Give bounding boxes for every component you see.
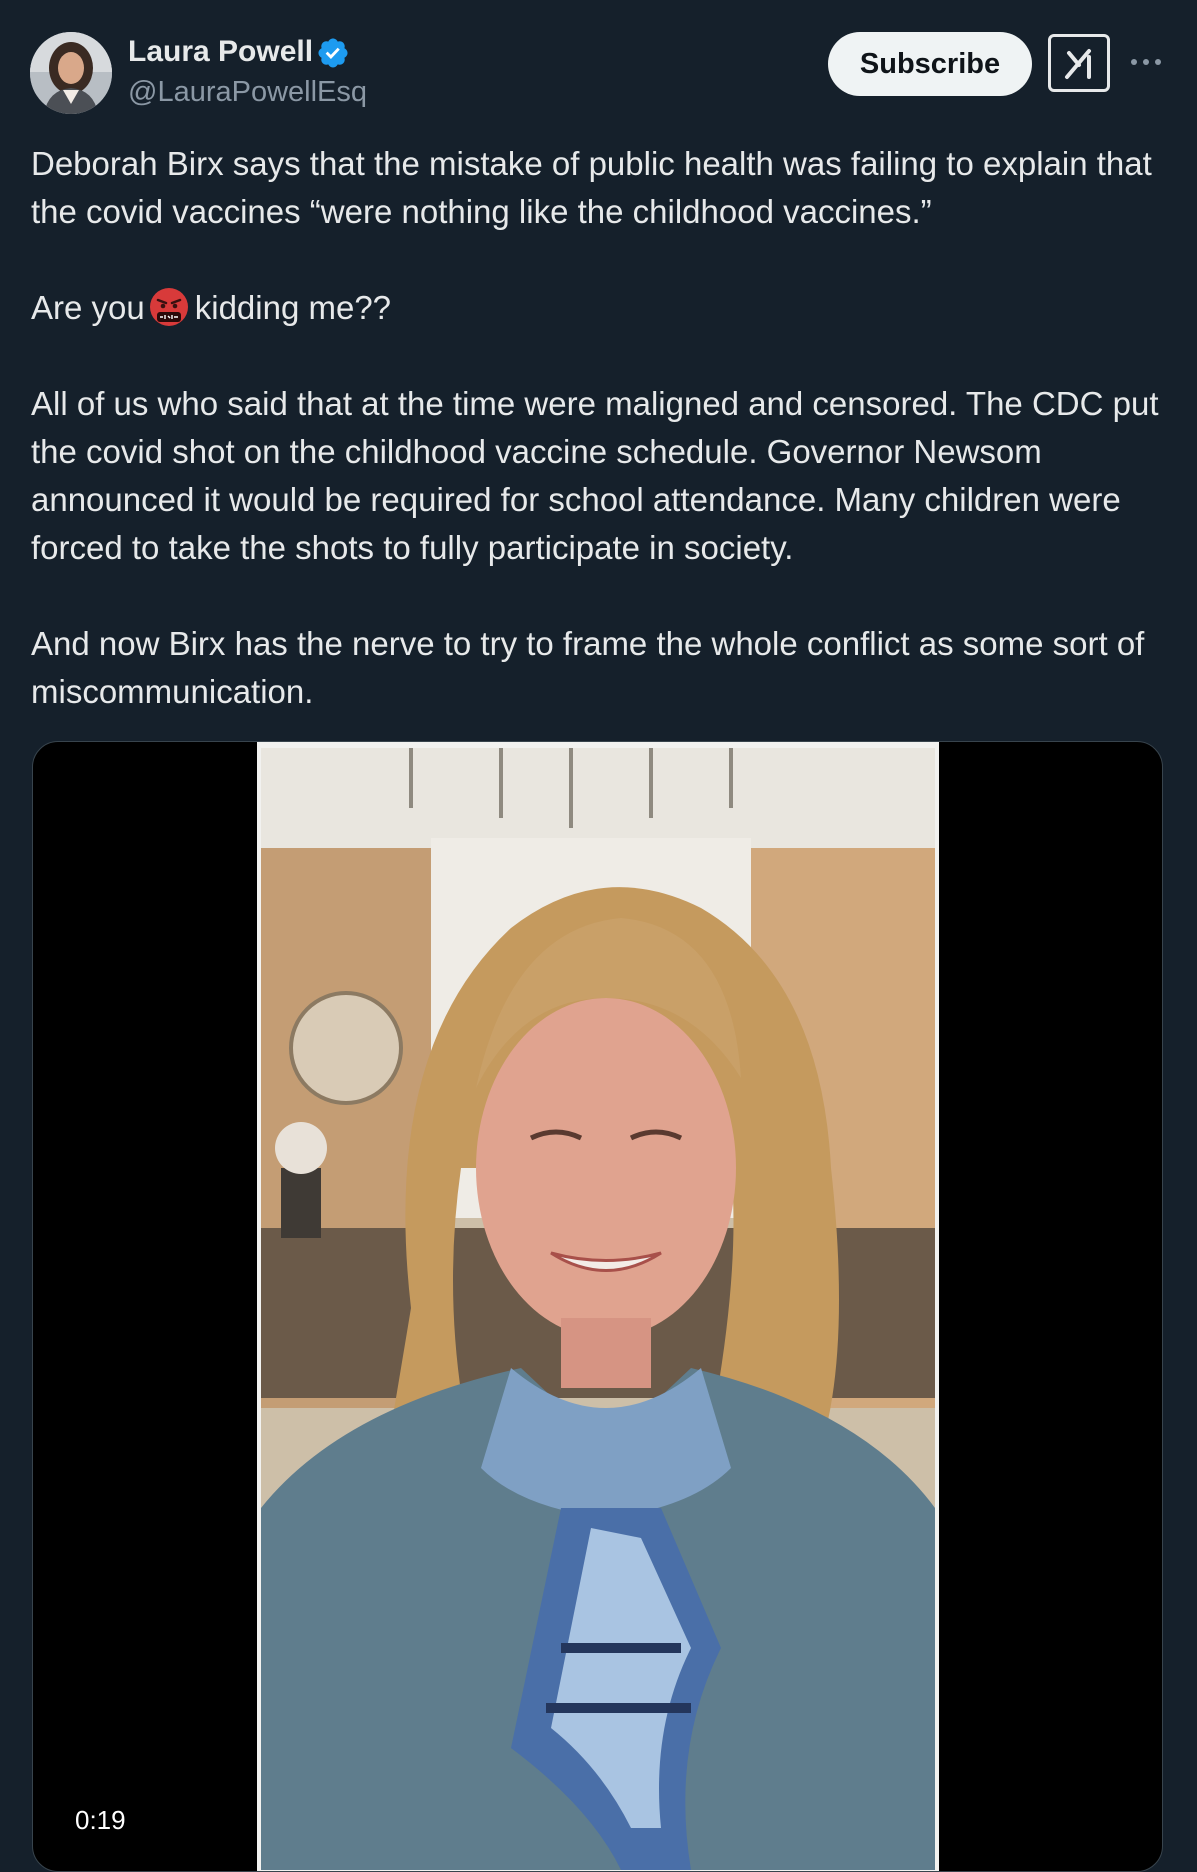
subscribe-button[interactable]: Subscribe xyxy=(828,32,1032,96)
profile-photo xyxy=(30,32,112,114)
more-dots-icon xyxy=(1131,59,1161,65)
tweet-text: Deborah Birx says that the mistake of pu… xyxy=(31,140,1171,716)
tweet-paragraph: All of us who said that at the time were… xyxy=(31,385,1159,566)
tweet-paragraph: Deborah Birx says that the mistake of pu… xyxy=(31,145,1152,230)
video-frame[interactable] xyxy=(257,742,939,1871)
avatar[interactable] xyxy=(30,32,112,114)
user-handle[interactable]: @LauraPowellEsq xyxy=(128,74,367,110)
verified-badge-icon[interactable] xyxy=(316,36,350,70)
tweet-text-fragment: kidding me?? xyxy=(194,289,392,326)
grok-icon xyxy=(1065,49,1091,79)
tweet-paragraph: And now Birx has the nerve to try to fra… xyxy=(31,625,1145,710)
grok-button[interactable] xyxy=(1048,34,1110,92)
face-with-symbols-on-mouth-icon xyxy=(149,288,188,326)
video-thumbnail-image xyxy=(261,748,935,1870)
video-player[interactable]: 0:19 xyxy=(32,741,1163,1872)
tweet-paragraph: Are you kidding me?? xyxy=(31,284,1171,332)
tweet-text-fragment: Are you xyxy=(31,289,145,326)
display-name[interactable]: Laura Powell xyxy=(128,34,313,70)
video-duration: 0:19 xyxy=(75,1805,126,1835)
video-thumbnail xyxy=(261,748,935,1870)
more-options-button[interactable] xyxy=(1128,44,1164,80)
